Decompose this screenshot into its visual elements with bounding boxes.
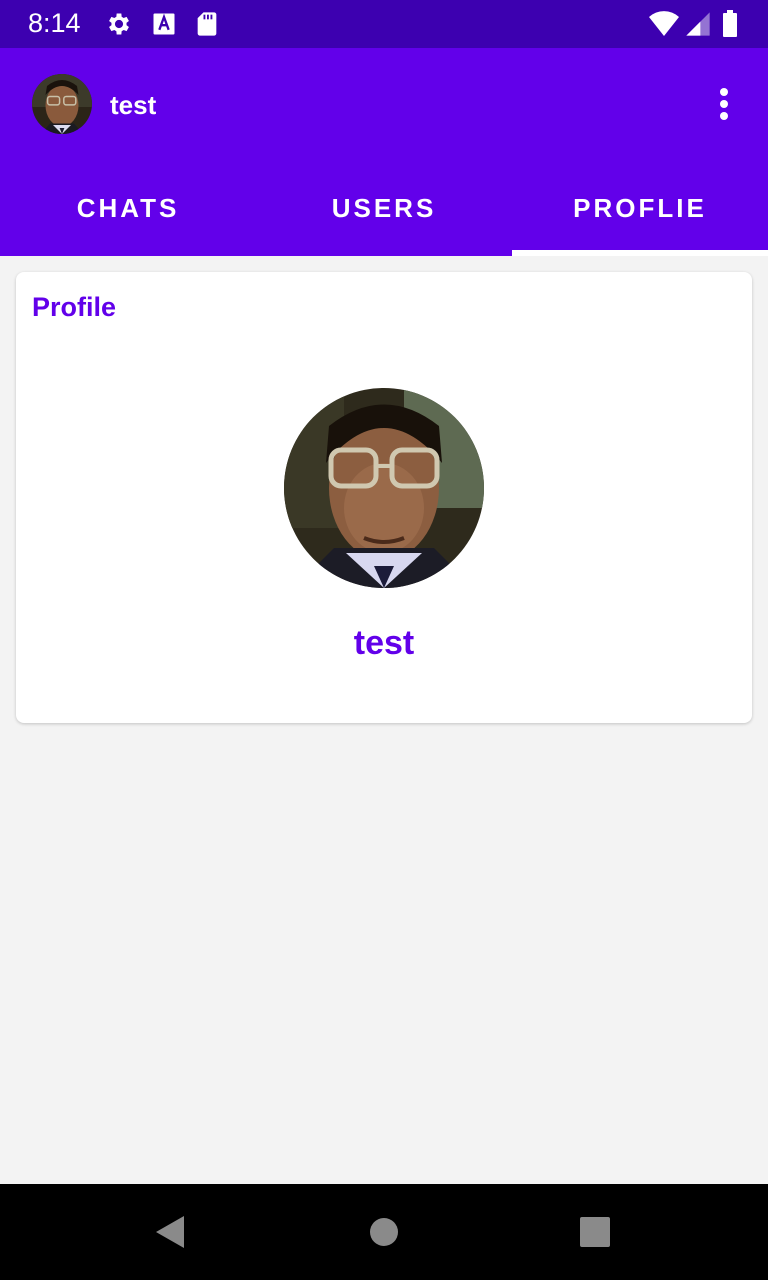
card-title: Profile — [32, 292, 117, 322]
profile-name: test — [353, 624, 415, 662]
tab-label: CHATS — [76, 192, 180, 223]
tab-users[interactable]: USERS — [256, 160, 512, 256]
tab-indicator — [512, 250, 768, 256]
battery-icon — [723, 10, 737, 37]
profile-card: Profile test — [16, 272, 752, 723]
tab-bar: CHATS USERS PROFLIE — [0, 160, 768, 256]
profile-photo[interactable] — [284, 388, 484, 588]
status-time: 8:14 — [28, 8, 81, 38]
app-title: test — [110, 90, 157, 120]
home-icon[interactable] — [360, 1208, 408, 1256]
user-avatar[interactable] — [32, 74, 92, 134]
status-bar: 8:14 — [0, 0, 768, 48]
wifi-icon — [649, 11, 679, 36]
more-vert-icon[interactable] — [704, 84, 744, 124]
cell-signal-icon — [686, 12, 710, 36]
navigation-bar — [0, 1184, 768, 1280]
back-icon[interactable] — [148, 1208, 196, 1256]
gear-icon — [109, 13, 129, 35]
recents-icon[interactable] — [571, 1208, 619, 1256]
tab-label: PROFLIE — [573, 192, 707, 223]
tab-label: USERS — [331, 192, 437, 223]
sd-card-icon — [197, 12, 217, 36]
tab-chats[interactable]: CHATS — [0, 160, 256, 256]
text-a-icon — [153, 13, 175, 35]
app-bar: test CHATS USERS PROFLIE — [0, 48, 768, 256]
tab-profile[interactable]: PROFLIE — [512, 160, 768, 256]
